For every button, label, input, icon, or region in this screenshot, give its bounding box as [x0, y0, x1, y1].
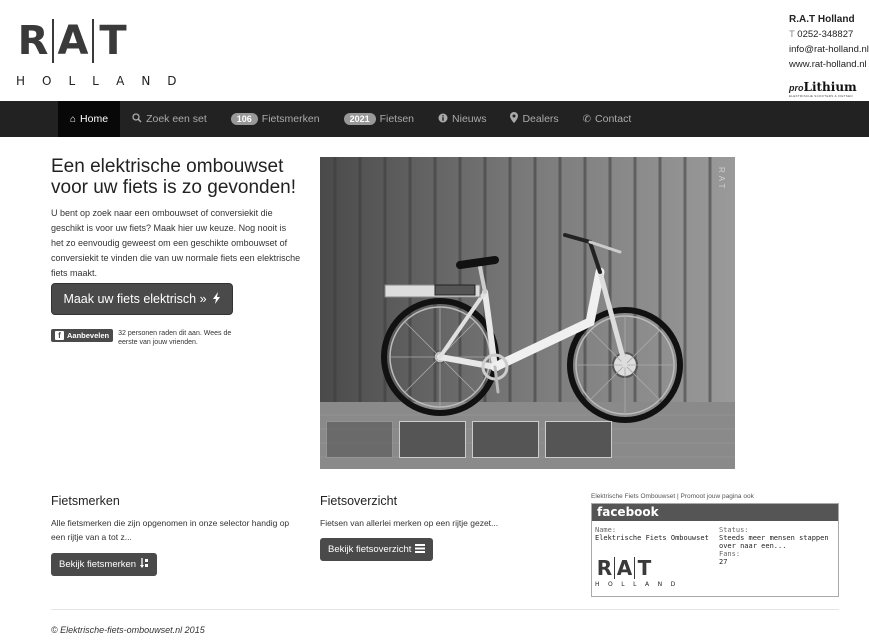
- photo-watermark: RAT: [717, 167, 726, 191]
- bekijk-fietsmerken-label: Bekijk fietsmerken: [59, 559, 137, 570]
- nav-fietsen[interactable]: 2021 Fietsen: [332, 101, 426, 137]
- facebook-badge-logo: R A T HOLLAND: [595, 557, 684, 589]
- nav-nieuws-label: Nieuws: [452, 113, 487, 125]
- prolithium-main: Lithium: [803, 80, 857, 94]
- like-button-label: Aanbevelen: [67, 331, 110, 340]
- logo-letter-a: A: [57, 18, 89, 64]
- nav-home[interactable]: ⌂ Home: [58, 101, 121, 137]
- phone-number[interactable]: 0252-348827: [797, 29, 853, 40]
- make-bike-electric-button[interactable]: Maak uw fiets elektrisch »: [51, 283, 233, 315]
- thumbnail-4[interactable]: [545, 421, 612, 458]
- company-name: R.A.T Holland: [789, 14, 855, 25]
- nav-fietsen-label: Fietsen: [379, 113, 415, 125]
- logo-letter-t: T: [99, 18, 127, 64]
- facebook-like-widget: f Aanbevelen 32 personen raden dit aan. …: [51, 329, 248, 347]
- prolithium-logo[interactable]: proLithium ELEKTRISCHE SCOOTERS & FIETSE…: [789, 78, 857, 98]
- search-icon: [132, 112, 142, 126]
- bekijk-fietsmerken-button[interactable]: Bekijk fietsmerken: [51, 553, 158, 576]
- nav-fietsmerken-label: Fietsmerken: [261, 113, 320, 125]
- fietsmerken-count-badge: 106: [230, 113, 258, 125]
- thumbnail-2[interactable]: [399, 421, 466, 458]
- facebook-page-badge[interactable]: facebook Name: Elektrische Fiets Ombouws…: [591, 503, 839, 597]
- nav-zoek-een-set[interactable]: Zoek een set: [120, 101, 219, 137]
- thumbnail-3[interactable]: [472, 421, 539, 458]
- phone-icon: ✆: [582, 113, 592, 125]
- photo-thumbnails: [320, 421, 735, 461]
- facebook-badge-caption[interactable]: Elektrische Fiets Ombouwset | Promoot jo…: [591, 493, 754, 500]
- phone-line: T 0252-348827: [789, 27, 869, 42]
- contact-block: R.A.T Holland T 0252-348827 info@rat-hol…: [789, 12, 869, 72]
- fb-name-value[interactable]: Elektrische Fiets Ombouwset: [595, 534, 715, 542]
- facebook-like-button[interactable]: f Aanbevelen: [51, 329, 114, 342]
- fietsmerken-heading: Fietsmerken: [51, 494, 120, 508]
- fb-logo-letters: R A T: [595, 557, 684, 579]
- facebook-badge-header: facebook: [592, 504, 838, 521]
- bekijk-fietsoverzicht-button[interactable]: Bekijk fietsoverzicht: [320, 538, 434, 561]
- prolithium-pre: pro: [789, 83, 804, 93]
- nav-dealers[interactable]: Dealers: [498, 101, 570, 137]
- hero-title: Een elektrische ombouwset voor uw fiets …: [51, 156, 297, 198]
- hero-text: U bent op zoek naar een ombouwset of con…: [51, 208, 301, 278]
- facebook-status-block: Status: Steeds meer mensen stappen over …: [719, 526, 839, 566]
- list-icon: [415, 543, 426, 556]
- phone-prefix: T: [789, 29, 795, 40]
- fb-fans-label: Fans:: [719, 550, 741, 558]
- fietsmerken-text: Alle fietsmerken die zijn opgenomen in o…: [51, 518, 290, 542]
- site-header: R A T HOLLAND R.A.T Holland T 0252-34882…: [0, 0, 869, 100]
- facebook-f-icon: f: [55, 331, 64, 340]
- fietsoverzicht-heading: Fietsoverzicht: [320, 494, 398, 508]
- logo-letters: R A T: [14, 18, 132, 64]
- nav-home-label: Home: [80, 113, 109, 125]
- nav-zoek-label: Zoek een set: [146, 113, 207, 125]
- prolithium-tagline: ELEKTRISCHE SCOOTERS & FIETSEN: [789, 94, 853, 98]
- facebook-name-block: Name: Elektrische Fiets Ombouwset: [595, 526, 715, 542]
- lightning-icon: [212, 291, 221, 307]
- hero-button-label: Maak uw fiets elektrisch »: [63, 292, 207, 306]
- nav-contact[interactable]: ✆ Contact: [571, 101, 644, 137]
- fb-logo-letter-a: A: [616, 556, 633, 580]
- fb-logo-letter-t: T: [637, 556, 652, 580]
- main-navigation: ⌂ Home Zoek een set 106 Fietsmerken 2021…: [0, 101, 869, 137]
- website-link[interactable]: www.rat-holland.nl: [789, 57, 869, 72]
- like-count-text: 32 personen raden dit aan. Wees de eerst…: [118, 330, 232, 346]
- email-link[interactable]: info@rat-holland.nl: [789, 42, 869, 57]
- footer-copyright: © Elektrische-fiets-ombouwset.nl 2015: [51, 625, 205, 635]
- fb-name-label: Name:: [595, 526, 617, 534]
- logo-subtitle: HOLLAND: [16, 74, 194, 88]
- home-icon: ⌂: [70, 113, 77, 125]
- bekijk-fietsoverzicht-label: Bekijk fietsoverzicht: [328, 544, 412, 555]
- fb-logo-letter-r: R: [596, 556, 613, 580]
- fb-logo-subtitle: HOLLAND: [595, 581, 684, 588]
- rat-holland-logo[interactable]: R A T HOLLAND: [14, 12, 177, 92]
- nav-nieuws[interactable]: Nieuws: [426, 101, 498, 137]
- fietsen-count-badge: 2021: [343, 113, 376, 125]
- sort-alphabet-icon: [140, 558, 149, 571]
- nav-fietsmerken[interactable]: 106 Fietsmerken: [219, 101, 332, 137]
- nav-dealers-label: Dealers: [522, 113, 559, 125]
- fb-fans-value: 27: [719, 558, 728, 566]
- fb-status-value: Steeds meer mensen stappen over naar een…: [719, 534, 829, 550]
- fb-status-label: Status:: [719, 526, 749, 534]
- thumbnail-1[interactable]: [326, 421, 393, 458]
- fietsoverzicht-text: Fietsen van allerlei merken op een rijtj…: [320, 518, 499, 528]
- nav-contact-label: Contact: [595, 113, 632, 125]
- footer-divider: [51, 609, 839, 610]
- logo-letter-r: R: [17, 18, 49, 64]
- info-icon: [438, 113, 448, 126]
- map-marker-icon: [510, 112, 519, 126]
